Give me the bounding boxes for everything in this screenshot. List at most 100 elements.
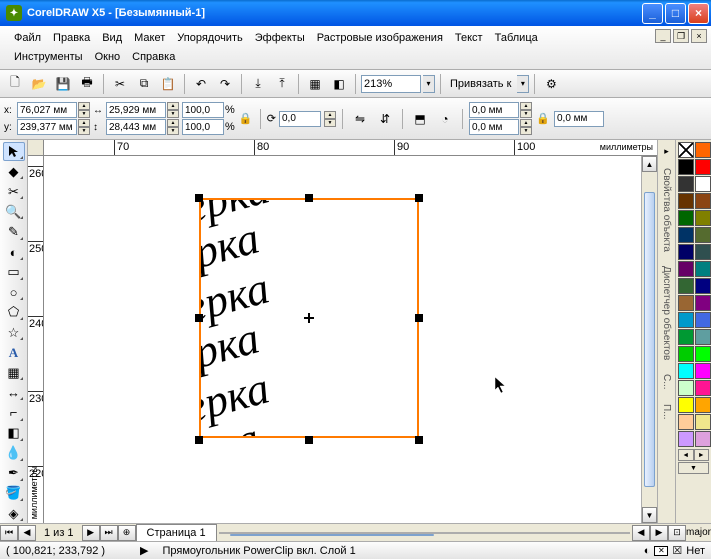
minimize-button[interactable]: _ bbox=[642, 3, 663, 24]
height-input[interactable] bbox=[106, 119, 166, 135]
selection-handle[interactable] bbox=[415, 314, 423, 322]
docker-expand-button[interactable]: ▸ bbox=[660, 144, 674, 158]
fill-swatch[interactable]: ✕ bbox=[654, 546, 668, 556]
scroll-up-button[interactable]: ▲ bbox=[642, 156, 657, 172]
interactive-fill-tool[interactable]: ◈ bbox=[3, 504, 25, 523]
menu-view[interactable]: Вид bbox=[96, 30, 128, 46]
palette-scroll-right[interactable]: ► bbox=[694, 449, 710, 461]
ellipse-tool[interactable]: ○ bbox=[3, 283, 25, 302]
mirror-v-button[interactable]: ⇵ bbox=[374, 108, 396, 130]
color-swatch[interactable] bbox=[695, 261, 711, 277]
selection-handle[interactable] bbox=[195, 314, 203, 322]
color-swatch[interactable] bbox=[678, 346, 694, 362]
rotation-input[interactable] bbox=[279, 111, 321, 127]
menu-effects[interactable]: Эффекты bbox=[249, 30, 311, 46]
corner-round-button[interactable]: ◔ bbox=[434, 108, 456, 130]
y-position-input[interactable] bbox=[17, 119, 77, 135]
crop-tool[interactable]: ✂ bbox=[3, 182, 25, 201]
page-tab[interactable]: Страница 1 bbox=[136, 524, 217, 541]
color-swatch[interactable] bbox=[695, 176, 711, 192]
shape-tool[interactable]: ◆ bbox=[3, 162, 25, 181]
x-spinner[interactable]: ▲▼ bbox=[78, 102, 90, 118]
color-swatch[interactable] bbox=[695, 193, 711, 209]
vertical-ruler[interactable]: 260 250 240 230 220 миллиметры bbox=[28, 156, 44, 523]
redo-button[interactable]: ↷ bbox=[214, 73, 236, 95]
app-launcher-button[interactable]: ▦ bbox=[304, 73, 326, 95]
scale-x-input[interactable] bbox=[182, 102, 224, 118]
export-button[interactable]: ⤒ bbox=[271, 73, 293, 95]
selection-handle[interactable] bbox=[195, 194, 203, 202]
scroll-right-button[interactable]: ▶ bbox=[650, 525, 668, 541]
docker-tab-object-manager[interactable]: Диспетчер объектов bbox=[660, 262, 673, 364]
docker-tab-4[interactable]: П... bbox=[660, 400, 673, 424]
selected-rectangle[interactable]: роверка роверка роверка роверка роверка … bbox=[199, 198, 419, 438]
menu-arrange[interactable]: Упорядочить bbox=[171, 30, 248, 46]
color-swatch[interactable] bbox=[678, 244, 694, 260]
selection-handle[interactable] bbox=[195, 436, 203, 444]
color-swatch[interactable] bbox=[678, 210, 694, 226]
drawing-canvas[interactable]: роверка роверка роверка роверка роверка … bbox=[44, 156, 641, 523]
horizontal-scrollbar[interactable] bbox=[219, 532, 630, 534]
color-swatch[interactable] bbox=[695, 210, 711, 226]
save-button[interactable]: 💾 bbox=[52, 73, 74, 95]
snap-dropdown[interactable]: ▾ bbox=[517, 75, 529, 93]
basic-shapes-tool[interactable]: ☆ bbox=[3, 323, 25, 342]
vertical-scrollbar[interactable]: ▲ ▼ bbox=[641, 156, 657, 523]
outline-tool[interactable]: ✒ bbox=[3, 464, 25, 483]
color-swatch[interactable] bbox=[678, 176, 694, 192]
w-spinner[interactable]: ▲▼ bbox=[167, 102, 179, 118]
interactive-tool[interactable]: ◧ bbox=[3, 424, 25, 443]
color-swatch[interactable] bbox=[678, 329, 694, 345]
first-page-button[interactable]: ⏮ bbox=[0, 525, 18, 541]
scroll-down-button[interactable]: ▼ bbox=[642, 507, 657, 523]
last-page-button[interactable]: ⏭ bbox=[100, 525, 118, 541]
options-button[interactable]: ⚙ bbox=[540, 73, 562, 95]
ruler-origin[interactable] bbox=[28, 140, 44, 156]
color-swatch[interactable] bbox=[678, 380, 694, 396]
color-swatch[interactable] bbox=[695, 295, 711, 311]
menu-layout[interactable]: Макет bbox=[128, 30, 171, 46]
print-button[interactable]: 🖶 bbox=[76, 73, 98, 95]
scale-y-input[interactable] bbox=[182, 119, 224, 135]
color-swatch[interactable] bbox=[695, 329, 711, 345]
selection-handle[interactable] bbox=[305, 194, 313, 202]
mdi-close-button[interactable]: × bbox=[691, 29, 707, 43]
color-swatch[interactable] bbox=[678, 312, 694, 328]
dimension-tool[interactable]: ↔ bbox=[3, 383, 25, 402]
x-position-input[interactable] bbox=[17, 102, 77, 118]
menu-help[interactable]: Справка bbox=[126, 49, 181, 65]
color-swatch[interactable] bbox=[678, 159, 694, 175]
mdi-minimize-button[interactable]: _ bbox=[655, 29, 671, 43]
next-page-button[interactable]: ▶ bbox=[82, 525, 100, 541]
width-input[interactable] bbox=[106, 102, 166, 118]
color-swatch[interactable] bbox=[695, 397, 711, 413]
color-swatch[interactable] bbox=[678, 142, 694, 158]
undo-button[interactable]: ↶ bbox=[190, 73, 212, 95]
zoom-tool[interactable]: 🔍 bbox=[3, 202, 25, 221]
new-button[interactable]: 🗋 bbox=[4, 73, 26, 95]
color-swatch[interactable] bbox=[678, 414, 694, 430]
cut-button[interactable]: ✂ bbox=[109, 73, 131, 95]
close-button[interactable]: × bbox=[688, 3, 709, 24]
copy-button[interactable]: ⧉ bbox=[133, 73, 155, 95]
mdi-restore-button[interactable]: ❐ bbox=[673, 29, 689, 43]
mirror-h-button[interactable]: ⇋ bbox=[349, 108, 371, 130]
smart-fill-tool[interactable]: ◐ bbox=[3, 243, 25, 262]
polygon-tool[interactable]: ⬠ bbox=[3, 303, 25, 322]
docker-tab-3[interactable]: С... bbox=[660, 370, 673, 394]
h-spinner[interactable]: ▲▼ bbox=[167, 119, 179, 135]
open-button[interactable]: 📂 bbox=[28, 73, 50, 95]
color-swatch[interactable] bbox=[678, 431, 694, 447]
freehand-tool[interactable]: ✎ bbox=[3, 222, 25, 241]
prev-page-button[interactable]: ◀ bbox=[18, 525, 36, 541]
color-swatch[interactable] bbox=[695, 142, 711, 158]
corner-tr-input[interactable] bbox=[554, 111, 604, 127]
zoom-dropdown[interactable]: ▾ bbox=[423, 75, 435, 93]
corner-tl-input[interactable] bbox=[469, 102, 519, 118]
color-swatch[interactable] bbox=[695, 159, 711, 175]
corner-bl-input[interactable] bbox=[469, 119, 519, 135]
menu-tools[interactable]: Инструменты bbox=[8, 49, 89, 65]
selection-handle[interactable] bbox=[415, 436, 423, 444]
color-swatch[interactable] bbox=[695, 431, 711, 447]
import-button[interactable]: ⤓ bbox=[247, 73, 269, 95]
